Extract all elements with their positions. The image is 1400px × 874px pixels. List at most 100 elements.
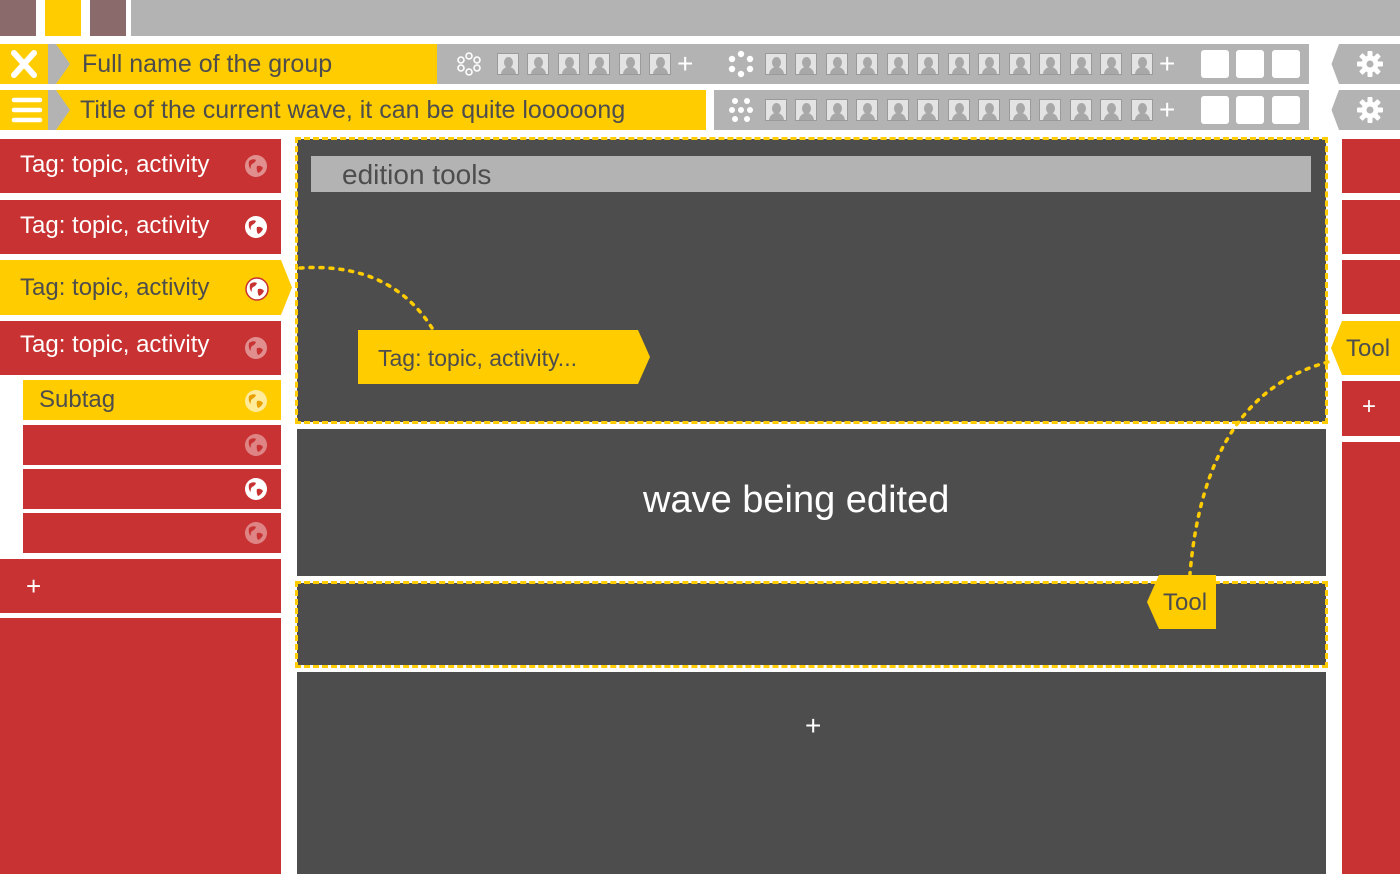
avatar[interactable]: [1070, 53, 1092, 75]
avatar[interactable]: [1009, 53, 1031, 75]
right-empty: [1342, 442, 1400, 874]
add-tag-button[interactable]: +: [0, 559, 281, 613]
sidebar-item-subtag[interactable]: Subtag: [23, 380, 281, 420]
gear-icon: [1357, 97, 1383, 123]
add-block-area[interactable]: +: [297, 672, 1326, 874]
right-item[interactable]: [1342, 260, 1400, 314]
sidebar-item-tag-1[interactable]: Tag: topic, activity: [0, 139, 281, 193]
sidebar-subitem[interactable]: [23, 513, 281, 553]
avatar[interactable]: [887, 53, 909, 75]
avatar[interactable]: [1039, 53, 1061, 75]
sidebar-empty: [0, 618, 281, 874]
tab-2[interactable]: [45, 0, 81, 36]
avatar[interactable]: [978, 99, 1000, 121]
right-add-plus: +: [1362, 393, 1377, 420]
add-block-plus: +: [805, 710, 822, 741]
group-logo-icon: [11, 50, 37, 78]
participants-row-1a: [497, 53, 677, 75]
sidebar-item-tag-4[interactable]: Tag: topic, activity: [0, 321, 281, 375]
avatar[interactable]: [619, 53, 641, 75]
avatar[interactable]: [1009, 99, 1031, 121]
add-tag-plus: +: [26, 571, 42, 601]
action-button[interactable]: [1272, 96, 1300, 124]
tool-tag-inline[interactable]: Tool: [1147, 575, 1216, 629]
avatar[interactable]: [856, 99, 878, 121]
tab-3[interactable]: [90, 0, 126, 36]
subtag-label: Subtag: [39, 386, 116, 413]
add-participant-button[interactable]: +: [1159, 94, 1175, 126]
edition-tools-label: edition tools: [342, 159, 492, 190]
settings-button[interactable]: [1340, 44, 1400, 84]
sidebar-subitem[interactable]: [23, 469, 281, 509]
tag-label: Tag: topic, activity: [20, 151, 210, 178]
avatar[interactable]: [588, 53, 610, 75]
add-participant-button[interactable]: +: [677, 48, 693, 80]
tag-bubble[interactable]: Tag: topic, activity...: [358, 330, 650, 384]
top-strip-fill: [131, 0, 1400, 36]
avatar[interactable]: [765, 99, 787, 121]
wave-content-text: wave being edited: [643, 479, 950, 521]
tool-label: Tool: [1163, 589, 1208, 616]
avatar[interactable]: [765, 53, 787, 75]
avatar[interactable]: [887, 99, 909, 121]
avatar[interactable]: [1100, 53, 1122, 75]
globe-icon: [245, 155, 267, 177]
tag-label: Tag: topic, activity: [20, 212, 210, 239]
network-icon: [728, 50, 754, 78]
avatar[interactable]: [1100, 99, 1122, 121]
avatar[interactable]: [948, 99, 970, 121]
wave-content[interactable]: wave being edited: [297, 429, 1326, 576]
avatar[interactable]: [826, 53, 848, 75]
tag-label: Tag: topic, activity: [20, 274, 210, 301]
group-logo-button[interactable]: [0, 44, 48, 84]
avatar[interactable]: [649, 53, 671, 75]
right-add-button[interactable]: +: [1342, 381, 1400, 436]
globe-icon: [245, 522, 267, 544]
menu-icon: [11, 97, 43, 123]
tag-label: Tag: topic, activity: [20, 331, 210, 358]
avatar[interactable]: [795, 99, 817, 121]
action-button[interactable]: [1272, 50, 1300, 78]
avatar[interactable]: [856, 53, 878, 75]
avatar[interactable]: [1131, 53, 1153, 75]
sidebar-item-tag-3-selected[interactable]: Tag: topic, activity: [0, 260, 292, 315]
globe-icon: [245, 390, 267, 412]
participants-row-2: [765, 99, 1165, 121]
action-button[interactable]: [1236, 96, 1264, 124]
avatar[interactable]: [917, 53, 939, 75]
gear-icon: [1357, 51, 1383, 77]
wave-bar-gap: [706, 90, 714, 130]
add-participant-button[interactable]: +: [1159, 48, 1175, 80]
tag-bubble-label: Tag: topic, activity...: [378, 345, 577, 371]
action-button[interactable]: [1201, 96, 1229, 124]
sidebar-subitem[interactable]: [23, 425, 281, 465]
avatar[interactable]: [795, 53, 817, 75]
avatar[interactable]: [978, 53, 1000, 75]
right-item[interactable]: [1342, 200, 1400, 254]
top-strip: [0, 0, 1400, 36]
tab-1[interactable]: [0, 0, 36, 36]
avatar[interactable]: [1070, 99, 1092, 121]
avatar[interactable]: [527, 53, 549, 75]
globe-icon: [245, 434, 267, 456]
globe-icon: [245, 337, 267, 359]
action-button[interactable]: [1201, 50, 1229, 78]
avatar[interactable]: [558, 53, 580, 75]
edition-tools-bar[interactable]: edition tools: [311, 156, 1311, 192]
globe-icon: [245, 277, 269, 301]
right-tool-tag[interactable]: Tool: [1331, 321, 1400, 375]
avatar[interactable]: [917, 99, 939, 121]
avatar[interactable]: [1039, 99, 1061, 121]
globe-icon: [245, 216, 267, 238]
menu-button[interactable]: [0, 90, 48, 130]
globe-icon: [245, 478, 267, 500]
avatar[interactable]: [497, 53, 519, 75]
action-button[interactable]: [1236, 50, 1264, 78]
right-item[interactable]: [1342, 139, 1400, 193]
wave-settings-button[interactable]: [1340, 90, 1400, 130]
sidebar-item-tag-2[interactable]: Tag: topic, activity: [0, 200, 281, 254]
avatar[interactable]: [1131, 99, 1153, 121]
avatar[interactable]: [826, 99, 848, 121]
network-icon: [729, 98, 753, 122]
avatar[interactable]: [948, 53, 970, 75]
